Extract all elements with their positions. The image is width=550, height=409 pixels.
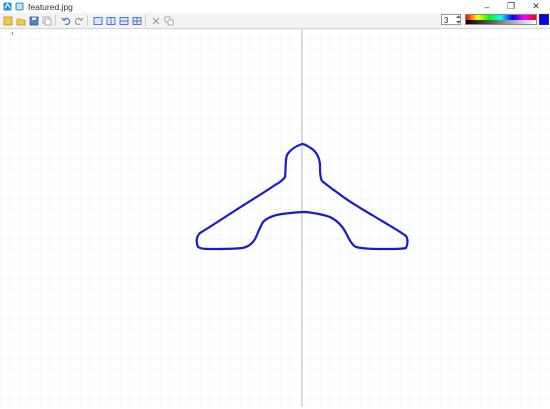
new-button[interactable] — [2, 15, 13, 26]
layout-quad-button[interactable] — [131, 15, 142, 26]
color-palette[interactable] — [465, 14, 537, 25]
restore-button[interactable]: ❐ — [499, 0, 523, 13]
toolbar-separator — [87, 15, 88, 26]
toolbar-separator — [55, 15, 56, 26]
title-bar: featured.jpg – ❐ ✕ — [0, 0, 550, 13]
layout-split-vertical-button[interactable] — [105, 15, 116, 26]
layout-split-vertical-icon — [106, 16, 115, 25]
grid — [0, 29, 550, 407]
redo-button[interactable] — [73, 15, 84, 26]
layout-single-icon — [93, 16, 102, 25]
close-button[interactable]: ✕ — [524, 0, 548, 13]
open-button[interactable] — [15, 15, 26, 26]
window-title: featured.jpg — [28, 1, 73, 12]
layout-quad-icon — [132, 16, 141, 25]
minimize-button[interactable]: – — [475, 0, 499, 13]
copy-button[interactable] — [41, 15, 52, 26]
duplicate-button[interactable] — [163, 15, 174, 26]
delete-button[interactable] — [150, 15, 161, 26]
redo-icon — [74, 17, 83, 25]
duplicate-icon — [164, 16, 173, 25]
current-color-swatch[interactable] — [539, 14, 549, 25]
canvas-surface[interactable] — [0, 29, 550, 407]
save-icon — [29, 16, 38, 25]
layout-single-button[interactable] — [92, 15, 103, 26]
copy-icon — [42, 16, 51, 25]
grayscale-strip[interactable] — [466, 20, 536, 24]
file-icon — [15, 2, 24, 11]
layout-split-horizontal-icon — [119, 16, 128, 25]
open-icon — [16, 18, 25, 25]
drawing-canvas[interactable] — [0, 29, 550, 407]
app-icon — [3, 2, 12, 11]
save-button[interactable] — [28, 15, 39, 26]
new-icon — [3, 16, 12, 25]
pen-size-stepper[interactable] — [455, 14, 462, 25]
undo-button[interactable] — [60, 15, 71, 26]
layout-split-horizontal-button[interactable] — [118, 15, 129, 26]
toolbar-separator — [145, 15, 146, 26]
delete-icon — [152, 17, 159, 24]
undo-icon — [61, 17, 70, 25]
